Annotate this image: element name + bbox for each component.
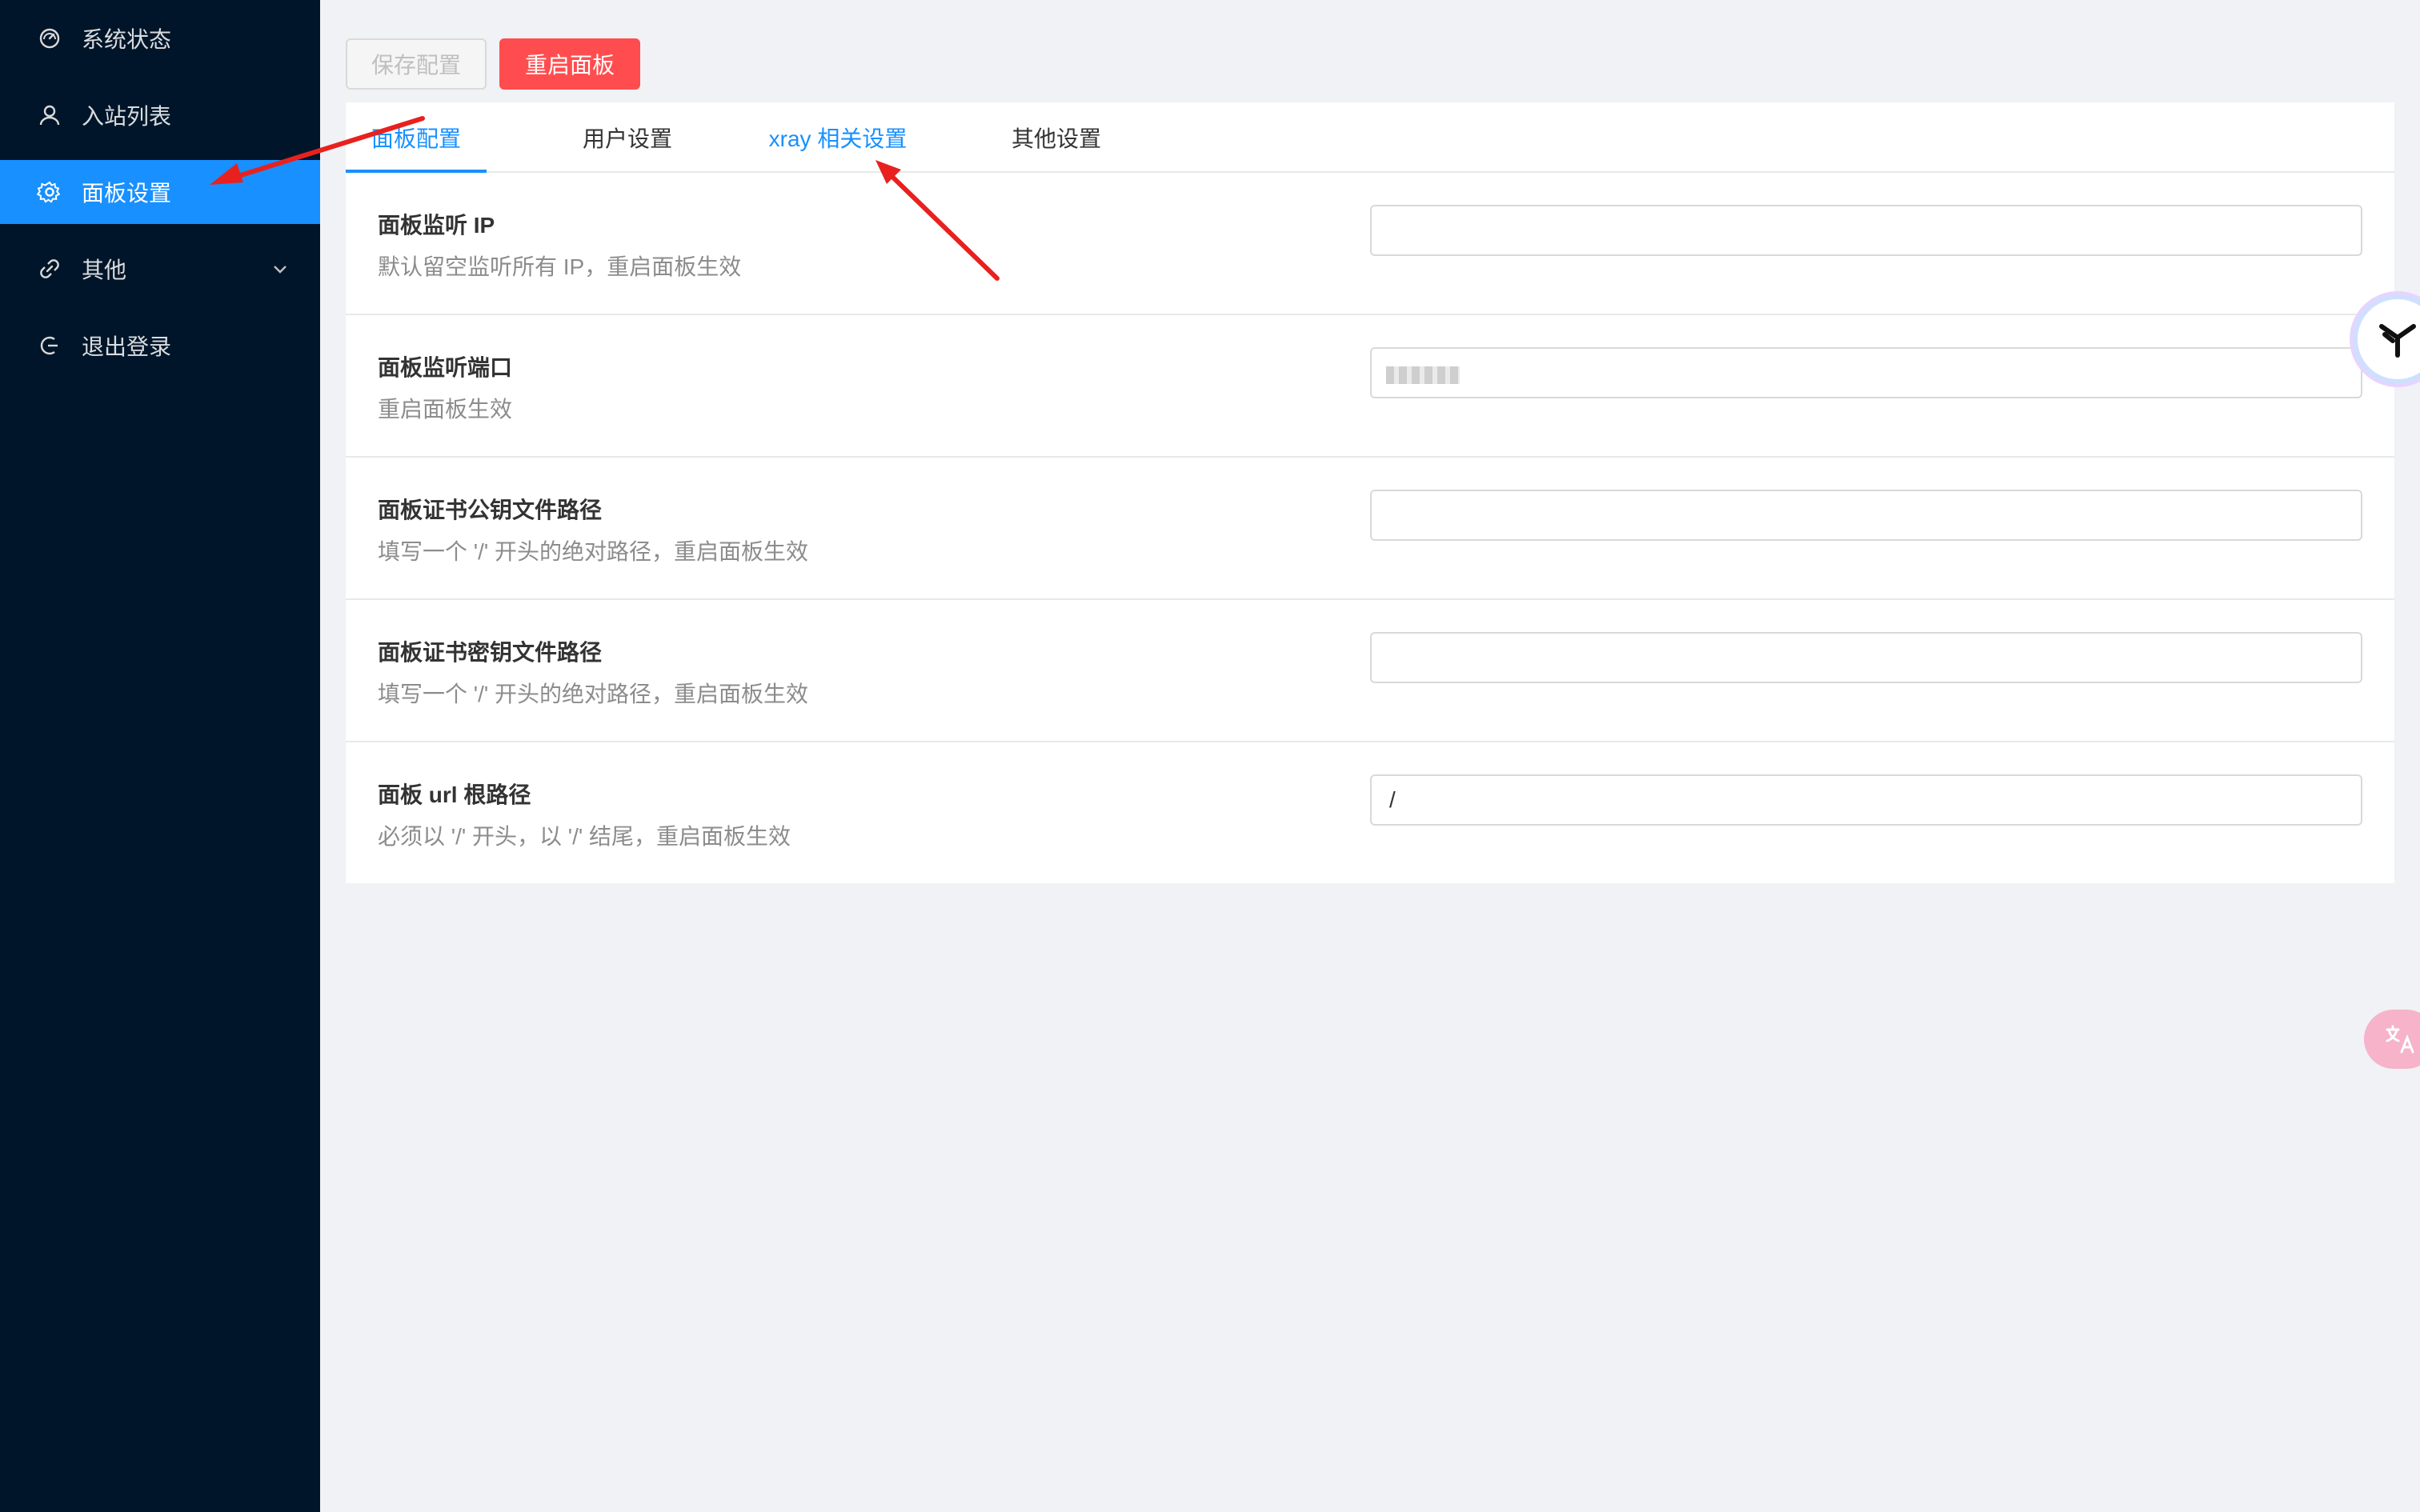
sidebar-item-logout[interactable]: 退出登录 — [0, 314, 320, 378]
setting-label: 面板监听 IP — [378, 213, 495, 238]
setting-description: 填写一个 '/' 开头的绝对路径，重启面板生效 — [378, 682, 809, 706]
sidebar-item-panel-settings[interactable]: 面板设置 — [0, 160, 320, 224]
translate-icon — [2386, 1025, 2414, 1054]
cert-public-key-input[interactable] — [1370, 490, 2362, 541]
tab-panel-config[interactable]: 面板配置 — [346, 102, 487, 173]
sidebar-item-inbounds[interactable]: 入站列表 — [0, 83, 320, 147]
setting-description: 重启面板生效 — [378, 397, 513, 422]
link-icon — [37, 256, 62, 282]
listen-ip-input[interactable] — [1370, 205, 2362, 256]
setting-description: 默认留空监听所有 IP，重启面板生效 — [378, 254, 742, 279]
cert-private-key-input[interactable] — [1370, 632, 2362, 683]
setting-row-listen-ip: 面板监听 IP 默认留空监听所有 IP，重启面板生效 — [346, 173, 2394, 315]
app-root: 系统状态 入站列表 面板设置 其他 退出登录 保存配置 重启面板 面板配置 用户… — [0, 0, 2420, 1512]
sidebar-item-label: 入站列表 — [82, 104, 172, 129]
restart-panel-button[interactable]: 重启面板 — [499, 38, 640, 90]
user-icon — [37, 102, 62, 128]
setting-row-url-root-path: 面板 url 根路径 必须以 '/' 开头，以 '/' 结尾，重启面板生效 — [346, 742, 2394, 885]
sidebar-item-label: 面板设置 — [82, 181, 172, 206]
setting-description: 填写一个 '/' 开头的绝对路径，重启面板生效 — [378, 539, 809, 564]
setting-label: 面板证书公钥文件路径 — [378, 498, 603, 522]
sidebar-item-label: 系统状态 — [82, 27, 172, 52]
sidebar-item-other[interactable]: 其他 — [0, 237, 320, 301]
chevron-down-icon — [274, 266, 286, 274]
gear-icon — [37, 179, 62, 205]
tab-bar: 面板配置 用户设置 xray 相关设置 其他设置 — [346, 102, 2394, 173]
sidebar-item-label: 退出登录 — [82, 334, 172, 359]
setting-label: 面板证书密钥文件路径 — [378, 640, 603, 665]
listen-port-input[interactable] — [1370, 347, 2362, 398]
setting-description: 必须以 '/' 开头，以 '/' 结尾，重启面板生效 — [378, 824, 791, 849]
sidebar-item-label: 其他 — [82, 258, 127, 282]
redacted-value — [1386, 366, 1460, 384]
tab-user-settings[interactable]: 用户设置 — [557, 102, 698, 173]
floating-translate-button[interactable] — [2364, 1010, 2420, 1069]
setting-row-cert-public-key: 面板证书公钥文件路径 填写一个 '/' 开头的绝对路径，重启面板生效 — [346, 458, 2394, 600]
tab-other-settings[interactable]: 其他设置 — [986, 102, 1127, 173]
url-root-path-input[interactable] — [1370, 774, 2362, 826]
setting-row-listen-port: 面板监听端口 重启面板生效 — [346, 315, 2394, 458]
sidebar: 系统状态 入站列表 面板设置 其他 退出登录 — [0, 0, 320, 1512]
setting-label: 面板监听端口 — [378, 355, 513, 380]
assistant-logo-icon — [2379, 324, 2416, 358]
setting-row-cert-private-key: 面板证书密钥文件路径 填写一个 '/' 开头的绝对路径，重启面板生效 — [346, 600, 2394, 742]
setting-label: 面板 url 根路径 — [378, 782, 531, 807]
sidebar-item-system-status[interactable]: 系统状态 — [0, 6, 320, 70]
save-config-button[interactable]: 保存配置 — [346, 38, 487, 90]
dashboard-icon — [37, 26, 62, 51]
tab-xray-settings[interactable]: xray 相关设置 — [746, 102, 930, 173]
settings-card: 面板配置 用户设置 xray 相关设置 其他设置 面板监听 IP 默认留空监听所… — [346, 102, 2394, 883]
logout-icon — [37, 333, 62, 358]
